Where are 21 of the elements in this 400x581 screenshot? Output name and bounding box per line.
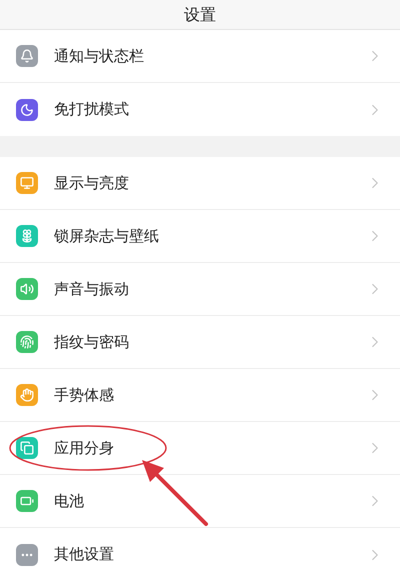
item-label: 手势体感 [54, 384, 115, 406]
settings-item[interactable]: 手势体感 [0, 369, 400, 422]
item-label: 锁屏杂志与壁纸 [54, 226, 160, 247]
item-label: 应用分身 [54, 438, 115, 459]
settings-item[interactable]: 应用分身 [0, 422, 400, 475]
settings-item[interactable]: 声音与振动 [0, 263, 400, 316]
settings-item[interactable]: 电池 [0, 475, 400, 528]
settings-item[interactable]: 指纹与密码 [0, 316, 400, 369]
settings-item[interactable]: 显示与亮度 [0, 157, 400, 210]
item-label: 通知与状态栏 [54, 46, 145, 67]
page-title: 设置 [184, 4, 216, 26]
item-label: 指纹与密码 [54, 332, 130, 353]
item-label: 免打扰模式 [54, 99, 130, 120]
settings-item[interactable]: 锁屏杂志与壁纸 [0, 210, 400, 263]
settings-item[interactable]: 通知与状态栏 [0, 30, 400, 83]
item-label: 声音与振动 [54, 278, 130, 300]
item-label: 其他设置 [54, 544, 115, 566]
item-label: 电池 [54, 490, 85, 512]
settings-item[interactable]: 其他设置 [0, 528, 400, 581]
item-label: 显示与亮度 [54, 172, 130, 194]
settings-item[interactable]: 免打扰模式 [0, 83, 400, 136]
